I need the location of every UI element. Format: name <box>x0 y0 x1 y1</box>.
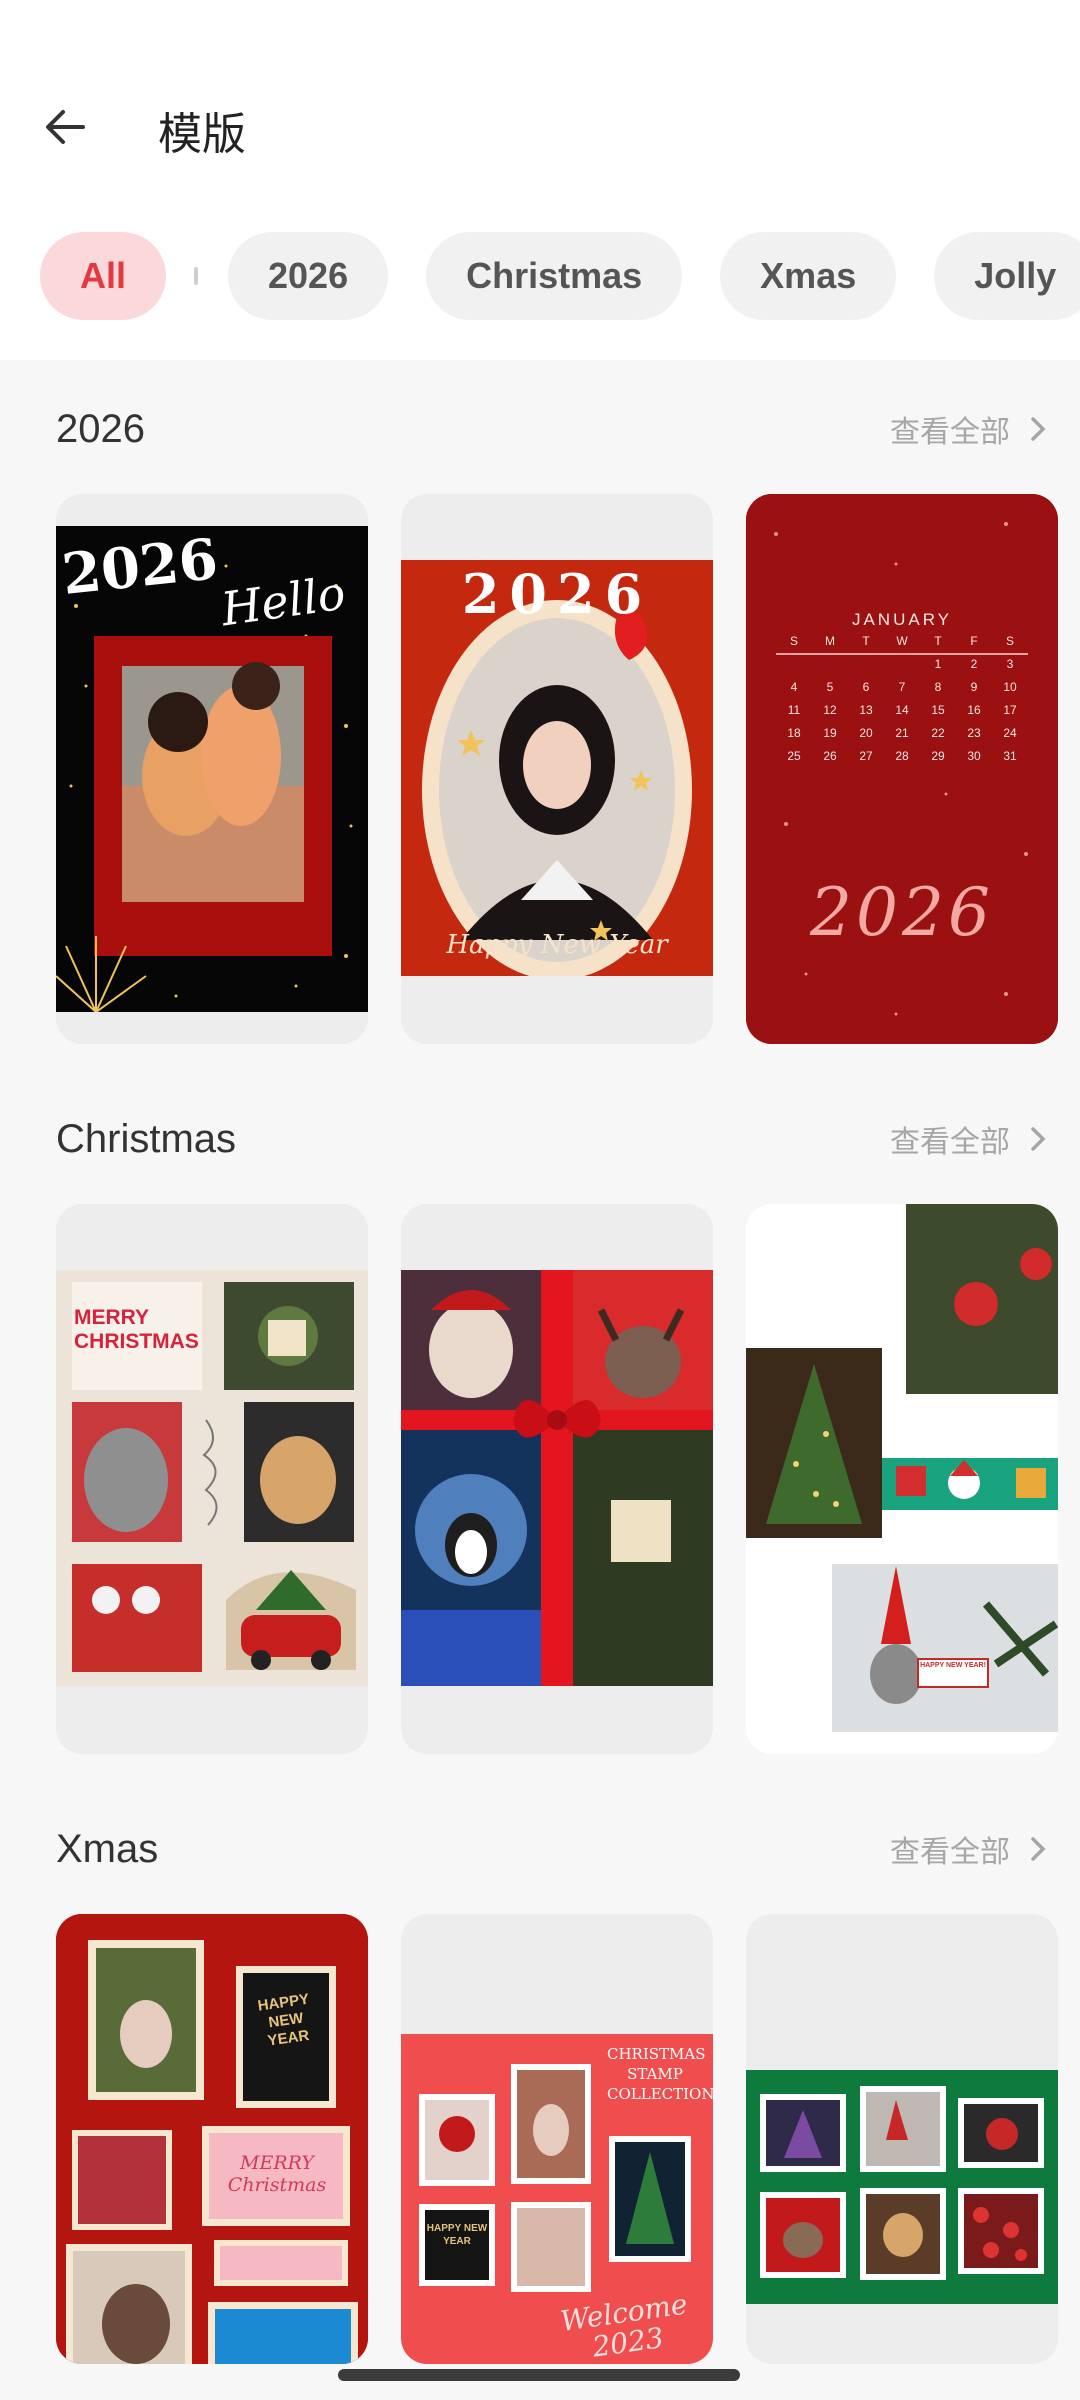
template-card[interactable]: MERRY CHRISTMAS <box>56 1204 368 1754</box>
calendar-day: 20 <box>859 726 873 740</box>
calendar-day: 16 <box>967 703 981 717</box>
template-card[interactable]: HAPPY NEW YEAR! <box>746 1204 1058 1754</box>
section-title: 2026 <box>56 406 145 451</box>
filter-chips: All 2026 Christmas Xmas Jolly <box>0 232 1080 320</box>
weekday-label: S <box>789 634 798 648</box>
calendar-day: 2 <box>970 657 978 671</box>
calendar-day: 23 <box>967 726 981 740</box>
stamp-caption: MERRY Christmas <box>227 2152 327 2196</box>
calendar-day: 5 <box>826 680 834 694</box>
calendar-day: 1 <box>934 657 942 671</box>
template-thumbnail: MERRY CHRISTMAS <box>56 1270 368 1686</box>
calendar-day: 15 <box>931 703 945 717</box>
calendar-grid: S M T W T F S 1 2 3 4 5 6 7 8 9 10 11 12… <box>776 634 1028 763</box>
section-title: Xmas <box>56 1826 159 1871</box>
card-headline: CHRISTMAS STAMP COLLECTION <box>607 2045 713 2103</box>
calendar-day: 25 <box>787 749 801 763</box>
calendar-month: JANUARY <box>851 610 953 629</box>
template-thumbnail <box>401 1270 713 1686</box>
chevron-right-icon <box>1030 416 1046 442</box>
card-headline: 2026 <box>461 562 653 626</box>
template-card[interactable]: 2026 Hello <box>56 494 368 1044</box>
card-caption: HAPPY NEW YEAR! <box>920 1662 986 1669</box>
stamp-caption: HAPPY NEW YEAR <box>426 2223 488 2247</box>
calendar-day: 12 <box>823 703 837 717</box>
calendar-day: 18 <box>787 726 801 740</box>
calendar-day: 29 <box>931 749 945 763</box>
back-button[interactable] <box>38 100 92 154</box>
chevron-right-icon <box>1030 1126 1046 1152</box>
view-all-button[interactable]: 查看全部 <box>890 1827 1046 1871</box>
card-subtitle: Happy New Year <box>446 930 668 960</box>
template-thumbnail <box>746 2070 1058 2304</box>
weekday-label: F <box>970 634 978 648</box>
calendar-day: 8 <box>934 680 942 694</box>
template-card[interactable]: HAPPY NEW YEAR MERRY Christmas <box>56 1914 368 2364</box>
weekday-label: T <box>862 634 870 648</box>
template-card[interactable] <box>746 1914 1058 2364</box>
view-all-button[interactable]: 查看全部 <box>890 1117 1046 1161</box>
section-header-xmas: Xmas 查看全部 <box>56 1814 1046 1884</box>
template-card[interactable]: CHRISTMAS STAMP COLLECTION HAPPY NEW YEA… <box>401 1914 713 2364</box>
chevron-right-icon <box>1030 1836 1046 1862</box>
template-thumbnail: CHRISTMAS STAMP COLLECTION HAPPY NEW YEA… <box>401 2034 713 2364</box>
card-headline: MERRY CHRISTMAS <box>74 1306 199 1353</box>
view-all-label: 查看全部 <box>890 1836 1010 1869</box>
calendar-day: 26 <box>823 749 837 763</box>
calendar-day: 21 <box>895 726 909 740</box>
calendar-day: 11 <box>787 703 801 717</box>
section-header-2026: 2026 查看全部 <box>56 394 1046 464</box>
calendar-day: 3 <box>1006 657 1014 671</box>
chip-xmas[interactable]: Xmas <box>720 232 897 320</box>
calendar-day: 24 <box>1003 726 1017 740</box>
view-all-label: 查看全部 <box>890 416 1010 449</box>
top-bar: 模版 All 2026 Christmas Xmas Jolly <box>0 0 1080 360</box>
calendar-year: 2026 <box>810 874 994 951</box>
weekday-label: M <box>825 634 835 648</box>
template-thumbnail: JANUARY S M T W T F S 1 2 3 4 5 6 7 8 9 … <box>746 494 1058 1044</box>
stamp-caption: HAPPY NEW YEAR <box>256 1990 311 2050</box>
calendar-day: 14 <box>895 703 909 717</box>
calendar-day: 31 <box>1003 749 1017 763</box>
view-all-button[interactable]: 查看全部 <box>890 407 1046 451</box>
calendar-day: 27 <box>859 749 873 763</box>
arrow-left-icon <box>46 110 85 144</box>
calendar-day: 9 <box>970 680 978 694</box>
weekday-label: W <box>896 634 908 648</box>
template-thumbnail: 2026 Hello <box>56 526 368 1012</box>
weekday-label: S <box>1005 634 1014 648</box>
template-thumbnail: 2026 Happy New Year <box>401 560 713 976</box>
calendar-day: 7 <box>898 680 906 694</box>
calendar-day: 17 <box>1003 703 1017 717</box>
home-indicator[interactable] <box>338 2369 740 2381</box>
chip-christmas[interactable]: Christmas <box>426 232 683 320</box>
calendar-day: 19 <box>823 726 837 740</box>
calendar-day: 6 <box>862 680 870 694</box>
calendar-day: 13 <box>859 703 873 717</box>
chip-divider <box>194 267 199 285</box>
section-header-christmas: Christmas 查看全部 <box>56 1104 1046 1174</box>
template-card[interactable]: JANUARY S M T W T F S 1 2 3 4 5 6 7 8 9 … <box>746 494 1058 1044</box>
calendar-day: 22 <box>931 726 945 740</box>
weekday-label: T <box>934 634 942 648</box>
calendar-day: 10 <box>1003 680 1017 694</box>
section-title: Christmas <box>56 1116 237 1161</box>
page-title: 模版 <box>158 110 246 159</box>
chip-jolly[interactable]: Jolly <box>934 232 1080 320</box>
calendar-day: 30 <box>967 749 981 763</box>
calendar-day: 28 <box>895 749 909 763</box>
view-all-label: 查看全部 <box>890 1126 1010 1159</box>
calendar-day: 4 <box>790 680 798 694</box>
template-card[interactable]: 2026 Happy New Year <box>401 494 713 1044</box>
chip-all[interactable]: All <box>40 232 167 320</box>
template-card[interactable] <box>401 1204 713 1754</box>
chip-2026[interactable]: 2026 <box>228 232 389 320</box>
template-thumbnail: HAPPY NEW YEAR! <box>746 1204 1058 1754</box>
template-thumbnail: HAPPY NEW YEAR MERRY Christmas <box>56 1914 368 2364</box>
